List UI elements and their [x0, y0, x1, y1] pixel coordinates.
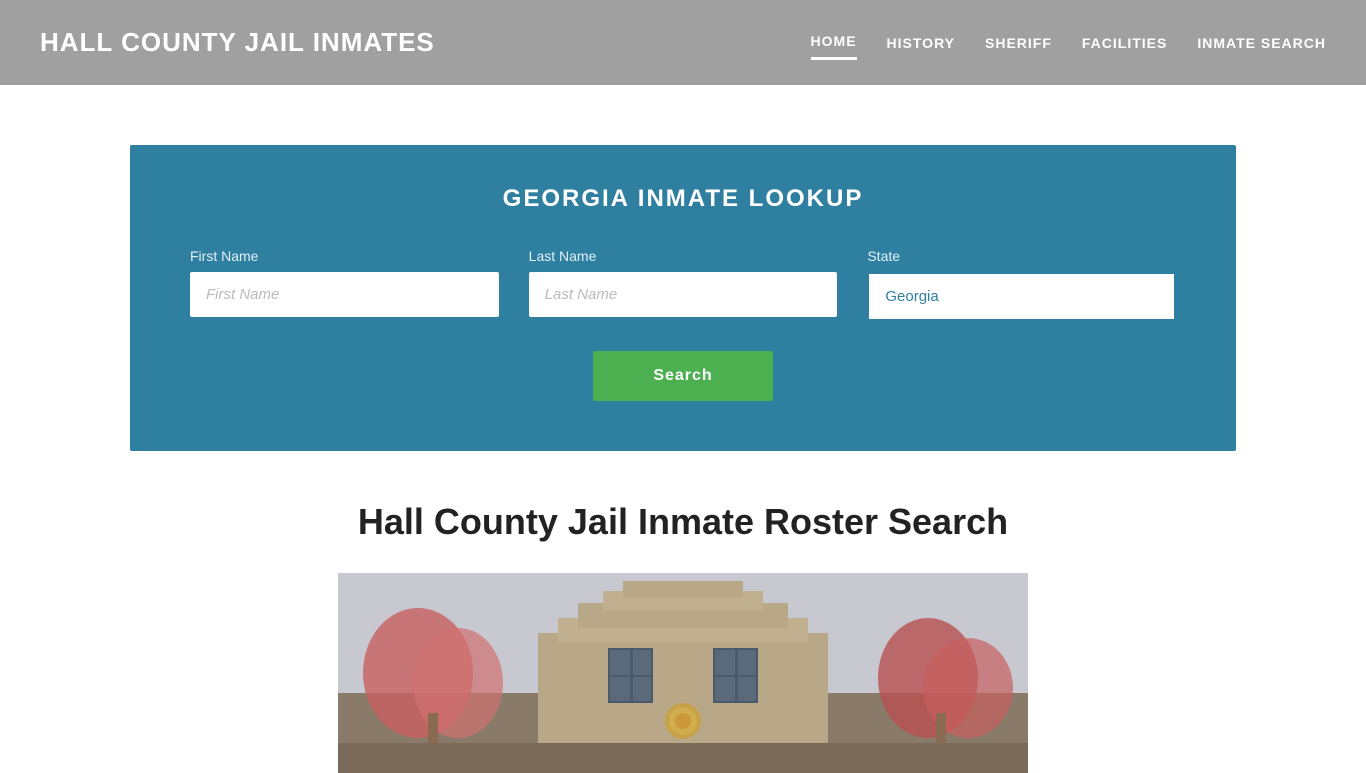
lookup-title: GEORGIA INMATE LOOKUP	[190, 185, 1176, 213]
header-gap	[0, 85, 1366, 145]
form-fields-row: First Name Last Name State	[190, 248, 1176, 321]
last-name-input[interactable]	[529, 272, 838, 317]
last-name-group: Last Name	[529, 248, 838, 321]
building-image: HALL COUNTY JAIL	[338, 573, 1028, 773]
first-name-input[interactable]	[190, 272, 499, 317]
nav-inmate-search[interactable]: INMATE SEARCH	[1197, 27, 1326, 59]
first-name-group: First Name	[190, 248, 499, 321]
content-title: Hall County Jail Inmate Roster Search	[130, 501, 1236, 543]
search-button[interactable]: Search	[593, 351, 772, 401]
state-label: State	[867, 248, 1176, 264]
nav-sheriff[interactable]: SHERIFF	[985, 27, 1052, 59]
main-nav: HOME HISTORY SHERIFF FACILITIES INMATE S…	[811, 25, 1326, 60]
inmate-lookup-section: GEORGIA INMATE LOOKUP First Name Last Na…	[130, 145, 1236, 451]
content-section: Hall County Jail Inmate Roster Search	[0, 451, 1366, 773]
nav-history[interactable]: HISTORY	[887, 27, 955, 59]
site-title: HALL COUNTY JAIL INMATES	[40, 27, 435, 58]
last-name-label: Last Name	[529, 248, 838, 264]
nav-facilities[interactable]: FACILITIES	[1082, 27, 1167, 59]
search-button-row: Search	[190, 351, 1176, 401]
nav-home[interactable]: HOME	[811, 25, 857, 60]
first-name-label: First Name	[190, 248, 499, 264]
state-group: State	[867, 248, 1176, 321]
site-header: HALL COUNTY JAIL INMATES HOME HISTORY SH…	[0, 0, 1366, 85]
state-input[interactable]	[867, 272, 1176, 321]
